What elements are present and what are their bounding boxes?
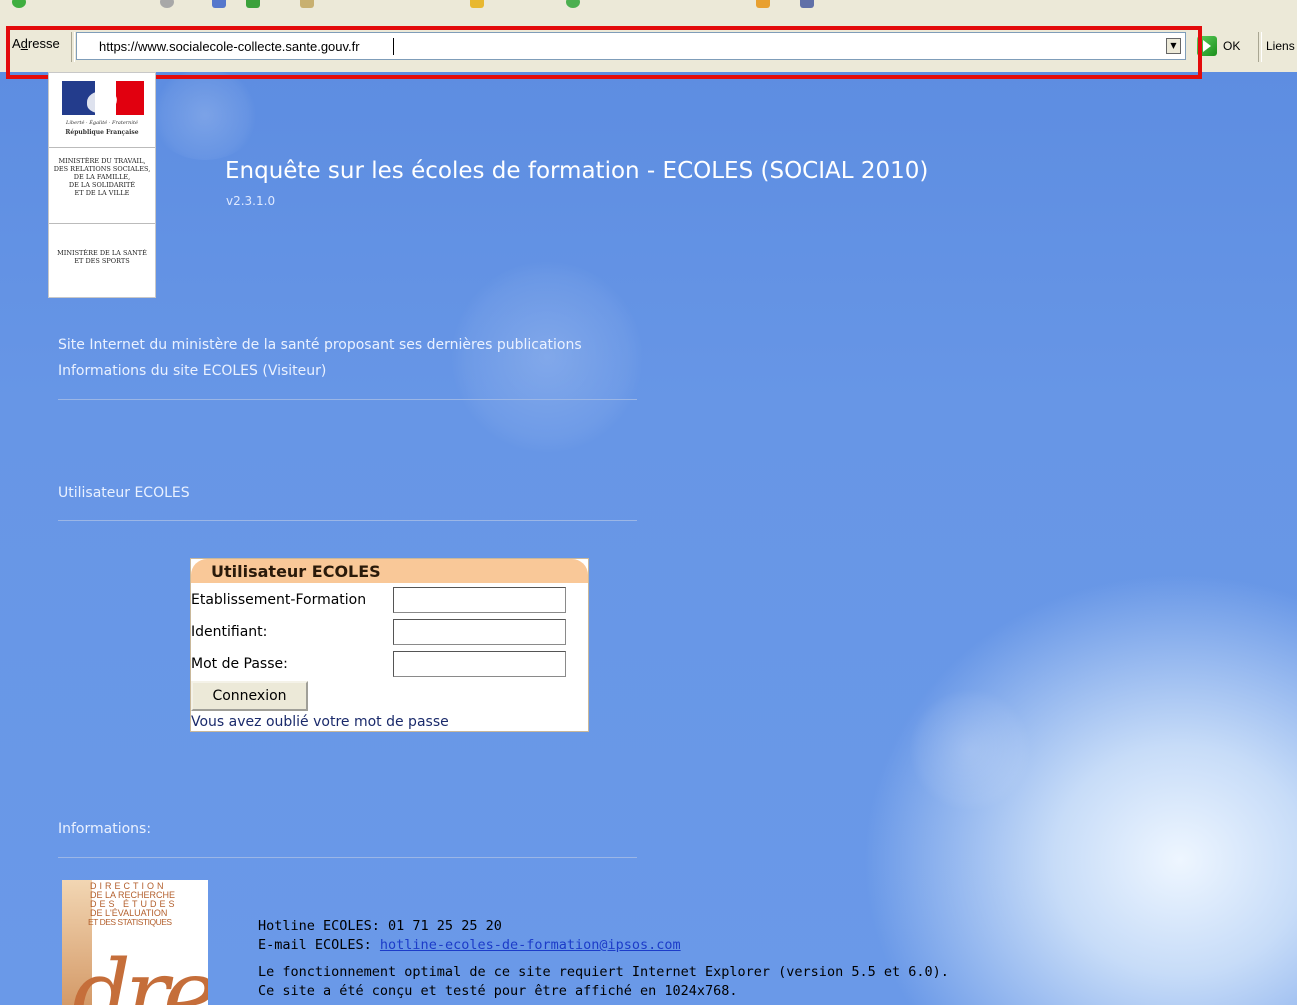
background-orb	[452, 262, 642, 452]
home-icon[interactable]	[300, 0, 314, 8]
login-form: Utilisateur ECOLES Etablissement-Formati…	[190, 558, 589, 732]
motto-text: Liberté · Égalité · Fraternité	[66, 120, 138, 126]
background-orb	[150, 70, 260, 160]
print-icon[interactable]	[800, 0, 814, 8]
links-button[interactable]: Liens	[1266, 39, 1295, 53]
hotline-text: Hotline ECOLES: 01 71 25 25 20	[258, 918, 502, 934]
password-field[interactable]	[393, 651, 566, 677]
mail-icon[interactable]	[756, 0, 770, 8]
republic-text: République Française	[65, 129, 139, 136]
marianne-logo: Liberté · Égalité · Fraternité Républiqu…	[49, 73, 155, 148]
go-button[interactable]: OK	[1223, 39, 1240, 53]
drees-logo: DIRECTION DE LA RECHERCHE DES ÉTUDES DE …	[62, 880, 208, 1005]
background-orb	[910, 690, 1030, 810]
back-icon[interactable]	[12, 0, 26, 8]
version-label: v2.3.1.0	[226, 194, 276, 208]
email-link[interactable]: hotline-ecoles-de-formation@ipsos.com	[380, 937, 681, 953]
highlight-annotation	[6, 26, 1202, 79]
identifier-field[interactable]	[393, 619, 566, 645]
stop-icon[interactable]	[212, 0, 226, 8]
french-flag-icon	[62, 81, 144, 115]
refresh-icon[interactable]	[246, 0, 260, 8]
password-label: Mot de Passe:	[191, 656, 288, 672]
email-line: E-mail ECOLES: hotline-ecoles-de-formati…	[258, 937, 681, 953]
browser-note: Le fonctionnement optimal de ce site req…	[258, 964, 949, 980]
email-label: E-mail ECOLES:	[258, 937, 380, 953]
history-icon[interactable]	[566, 0, 580, 8]
forward-icon[interactable]	[160, 0, 174, 8]
identifier-label: Identifiant:	[191, 624, 268, 640]
page-title: Enquête sur les écoles de formation - EC…	[225, 158, 929, 184]
browser-toolbar	[0, 0, 1297, 15]
visitor-info-link[interactable]: Informations du site ECOLES (Visiteur)	[58, 363, 326, 379]
connexion-button[interactable]: Connexion	[191, 681, 308, 711]
login-header: Utilisateur ECOLES	[191, 559, 588, 583]
favorites-icon[interactable]	[470, 0, 484, 8]
resolution-note: Ce site a été conçu et testé pour être a…	[258, 983, 738, 999]
login-title: Utilisateur ECOLES	[211, 562, 381, 581]
toolbar-separator	[1258, 32, 1262, 62]
informations-heading: Informations:	[58, 821, 152, 837]
user-section-heading: Utilisateur ECOLES	[58, 485, 190, 501]
ministry-site-link[interactable]: Site Internet du ministère de la santé p…	[58, 337, 582, 353]
establishment-label: Etablissement-Formation	[191, 592, 367, 608]
divider	[58, 857, 637, 858]
ministry-labor-text: MINISTÈRE DU TRAVAIL, DES RELATIONS SOCIA…	[53, 157, 151, 197]
forgot-password-link[interactable]: Vous avez oublié votre mot de passe	[191, 714, 449, 730]
ministry-health-text: MINISTÈRE DE LA SANTÉ ET DES SPORTS	[57, 249, 147, 265]
establishment-field[interactable]	[393, 587, 566, 613]
divider	[58, 520, 637, 521]
ministry-logo: Liberté · Égalité · Fraternité Républiqu…	[48, 72, 156, 298]
divider	[58, 399, 637, 400]
address-bar: Adresse https://www.socialecole-collecte…	[0, 14, 1297, 79]
